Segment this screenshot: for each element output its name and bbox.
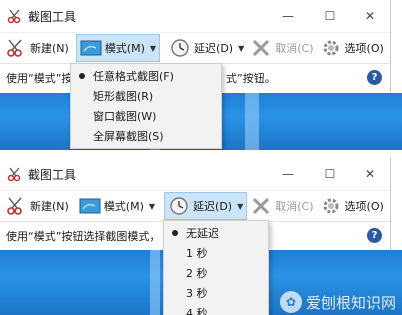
close-button[interactable]: ✕ — [350, 0, 390, 32]
minimize-button[interactable]: — — [268, 158, 308, 190]
maximize-button[interactable]: ☐ — [310, 0, 350, 32]
menu-item-fullscreen[interactable]: 全屏幕截图(S) — [71, 126, 221, 146]
chevron-down-icon[interactable]: ▼ — [237, 202, 243, 211]
chevron-down-icon[interactable]: ▼ — [238, 44, 244, 53]
status-text: 使用“模式”按钮选择截图模式， — [6, 230, 161, 243]
window-title: 截图工具 — [28, 9, 77, 24]
chevron-down-icon[interactable]: ▼ — [150, 44, 156, 53]
menu-item-no-delay[interactable]: 无延迟 — [164, 223, 268, 243]
delay-dropdown-menu: 无延迟 1 秒 2 秒 3 秒 4 秒 — [163, 220, 269, 315]
scissors-icon — [7, 197, 22, 215]
title-bar: 截图工具 — ☐ ✕ — [0, 158, 390, 190]
toolbar: 新建(N) 模式(M) ▼ 延迟(D) ▼ 取消(C) 选项(O) — [0, 32, 390, 63]
mode-dropdown-menu: 任意格式截图(F) 矩形截图(R) 窗口截图(W) 全屏幕截图(S) — [70, 63, 222, 149]
cancel-button[interactable]: 取消(C) — [247, 193, 316, 219]
options-button[interactable]: 选项(O) — [317, 193, 387, 219]
scissors-icon — [7, 9, 21, 24]
delay-button[interactable]: 延迟(D) ▼ — [164, 192, 248, 220]
menu-item-4-seconds[interactable]: 4 秒 — [164, 303, 268, 315]
help-icon[interactable]: ? — [367, 70, 382, 85]
scissors-icon — [7, 39, 22, 57]
window-title: 截图工具 — [28, 167, 77, 182]
menu-item-window[interactable]: 窗口截图(W) — [71, 106, 221, 126]
watermark-text: 爱刨根知识网 — [305, 293, 396, 312]
close-button[interactable]: ✕ — [350, 158, 390, 190]
menu-item-1-second[interactable]: 1 秒 — [164, 243, 268, 263]
top-screenshot-panel: 截图工具 — ☐ ✕ 新建(N) 模式(M) ▼ 延迟(D) ▼ 取消(C) 选… — [0, 0, 402, 150]
cancel-button[interactable]: 取消(C) — [247, 35, 316, 61]
cancel-x-icon — [253, 39, 270, 57]
paw-logo-icon: ✿ — [279, 291, 302, 313]
gear-icon — [323, 198, 339, 214]
menu-item-rectangle[interactable]: 矩形截图(R) — [71, 86, 221, 106]
mode-screen-icon — [79, 198, 101, 214]
chevron-down-icon[interactable]: ▼ — [149, 202, 155, 211]
new-button[interactable]: 新建(N) — [2, 35, 72, 61]
mode-button[interactable]: 模式(M) ▼ — [76, 193, 158, 219]
minimize-button[interactable]: — — [268, 0, 308, 32]
status-text-tail: 式”按钮。 — [226, 72, 276, 85]
new-button[interactable]: 新建(N) — [2, 193, 72, 219]
help-icon[interactable]: ? — [367, 228, 382, 243]
mode-screen-icon — [80, 40, 102, 56]
maximize-button[interactable]: ☐ — [310, 158, 350, 190]
status-text: 使用“模式”按 — [6, 72, 73, 85]
menu-item-freeform[interactable]: 任意格式截图(F) — [71, 66, 221, 86]
bottom-screenshot-panel: 截图工具 — ☐ ✕ 新建(N) 模式(M) ▼ 延迟(D) ▼ 取消(C) 选… — [0, 158, 402, 315]
scissors-icon — [7, 167, 21, 182]
watermark: ✿ 爱刨根知识网 — [279, 291, 396, 313]
menu-item-2-seconds[interactable]: 2 秒 — [164, 263, 268, 283]
toolbar: 新建(N) 模式(M) ▼ 延迟(D) ▼ 取消(C) 选项(O) — [0, 190, 390, 221]
mode-button[interactable]: 模式(M) ▼ — [75, 34, 161, 62]
clock-icon — [170, 197, 188, 215]
clock-icon — [171, 39, 189, 57]
menu-item-3-seconds[interactable]: 3 秒 — [164, 283, 268, 303]
gear-icon — [323, 40, 339, 56]
options-button[interactable]: 选项(O) — [317, 35, 387, 61]
delay-button[interactable]: 延迟(D) ▼ — [166, 35, 247, 61]
cancel-x-icon — [253, 197, 270, 215]
title-bar: 截图工具 — ☐ ✕ — [0, 0, 390, 32]
